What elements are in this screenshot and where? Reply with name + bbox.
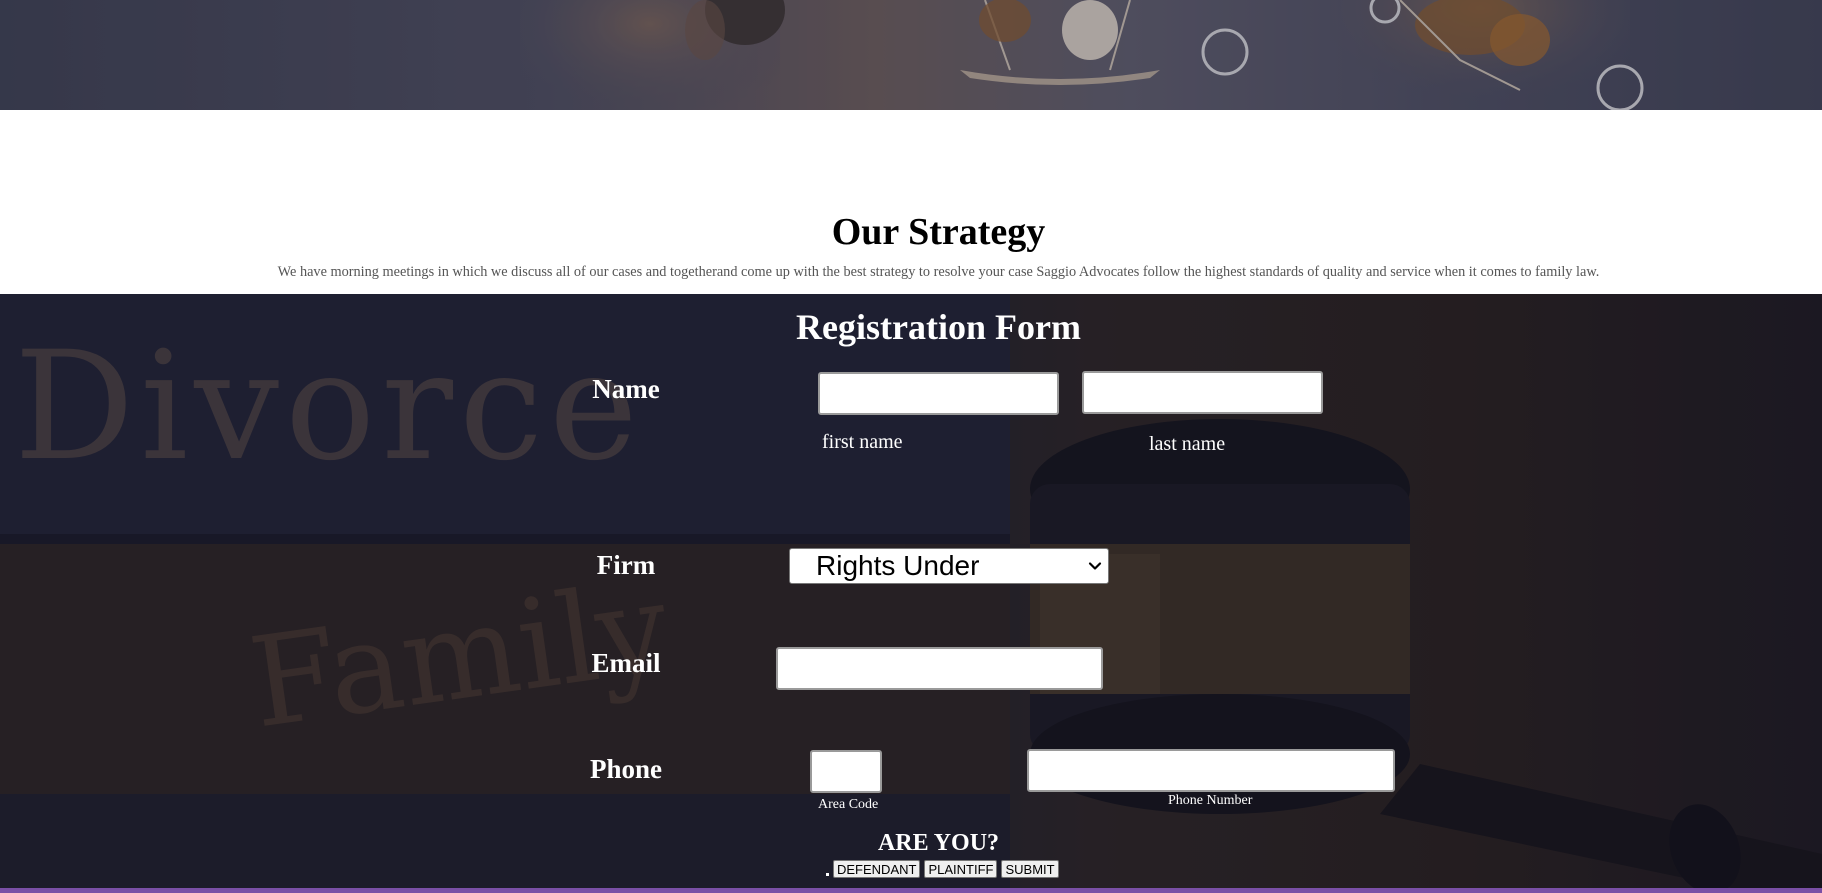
role-choice-row: DEFENDANT PLAINTIFF SUBMIT xyxy=(826,859,1059,879)
background-word-divorce: Divorce xyxy=(14,320,644,494)
firm-select-value: Rights Under xyxy=(816,550,980,581)
form-title: Registration Form xyxy=(796,307,1081,347)
email-input[interactable] xyxy=(776,647,1103,690)
phone-label: Phone xyxy=(589,754,662,784)
last-name-input[interactable] xyxy=(1082,371,1323,414)
area-code-hint: Area Code xyxy=(818,797,879,812)
strategy-description: We have morning meetings in which we dis… xyxy=(277,264,1600,280)
area-code-input[interactable] xyxy=(810,750,882,793)
name-label: Name xyxy=(592,374,660,404)
scales-of-justice-photo xyxy=(0,0,1822,110)
last-name-hint: last name xyxy=(1149,433,1226,455)
firm-select[interactable]: Rights Under xyxy=(789,548,1109,584)
strategy-title: Our Strategy xyxy=(831,211,1046,253)
chevron-down-icon xyxy=(1088,562,1102,570)
email-label: Email xyxy=(591,648,661,678)
registration-form-section: Divorce Family Registration Form Name fi… xyxy=(0,294,1822,893)
plaintiff-button[interactable]: PLAINTIFF xyxy=(924,860,998,878)
phone-number-input[interactable] xyxy=(1027,749,1395,792)
defendant-button[interactable]: DEFENDANT xyxy=(833,860,921,878)
submit-button[interactable]: SUBMIT xyxy=(1001,860,1059,878)
are-you-heading: ARE YOU? xyxy=(877,830,1000,856)
footer-accent-bar xyxy=(0,888,1822,893)
firm-label: Firm xyxy=(596,550,656,580)
first-name-input[interactable] xyxy=(818,372,1059,415)
first-name-hint: first name xyxy=(822,431,903,453)
phone-number-hint: Phone Number xyxy=(1168,793,1253,808)
radio-marker xyxy=(826,872,829,876)
hero-image-strip xyxy=(0,0,1822,110)
